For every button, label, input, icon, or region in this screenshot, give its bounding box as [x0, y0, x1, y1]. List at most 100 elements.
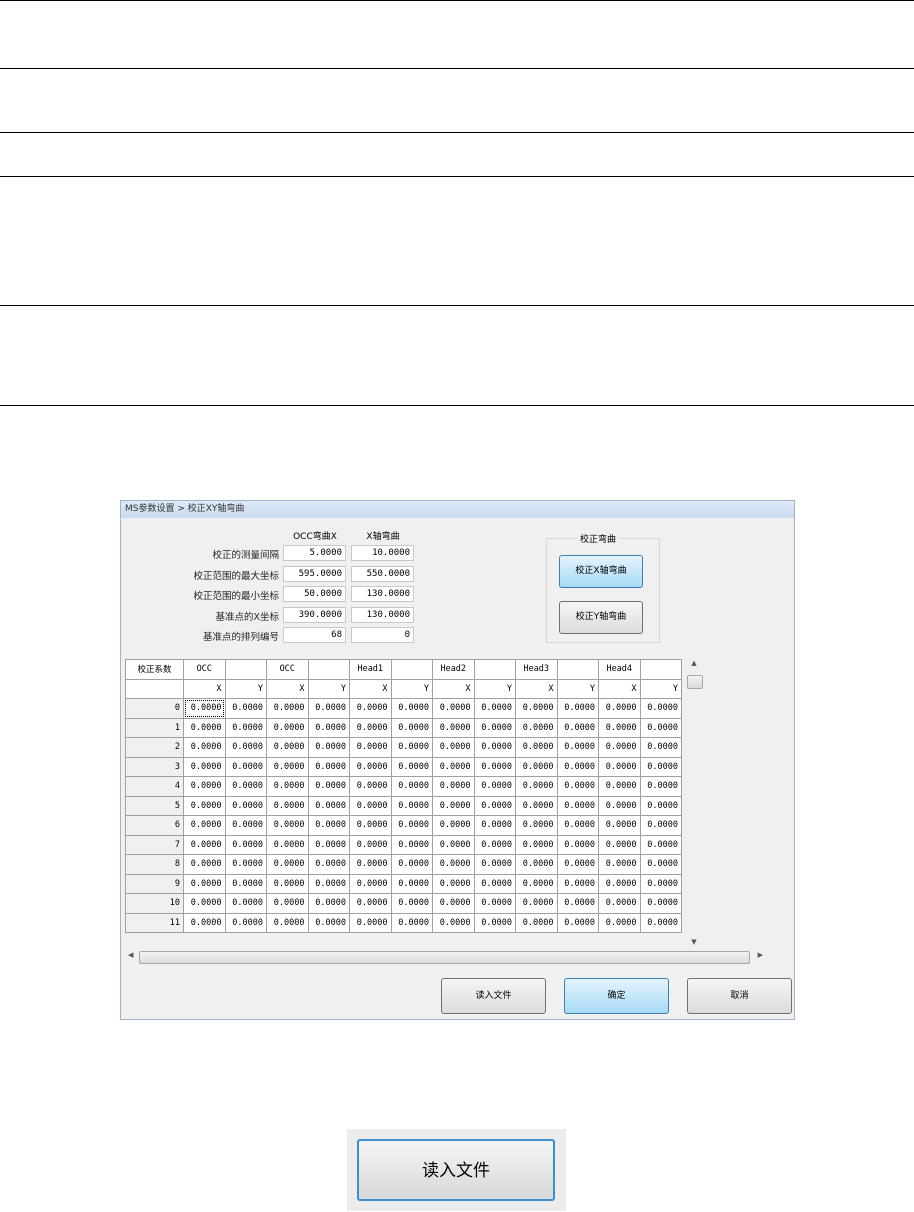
table-cell[interactable]: 0.0000 [349, 737, 392, 758]
occ-value-input[interactable]: 50.0000 [283, 586, 346, 602]
table-cell[interactable]: 0.0000 [556, 698, 599, 719]
table-cell[interactable]: 0.0000 [639, 795, 682, 816]
occ-value-input[interactable]: 68 [283, 627, 346, 643]
table-cell[interactable]: 0.0000 [349, 873, 392, 894]
table-cell[interactable]: 0.0000 [266, 834, 309, 855]
table-cell[interactable]: 0.0000 [307, 815, 350, 836]
table-cell[interactable]: 0.0000 [307, 893, 350, 914]
table-cell[interactable]: 0.0000 [515, 756, 558, 777]
table-cell[interactable]: 0.0000 [473, 776, 516, 797]
scroll-thumb[interactable] [687, 675, 703, 689]
table-cell[interactable]: 0.0000 [183, 776, 226, 797]
table-cell[interactable]: 0.0000 [266, 873, 309, 894]
table-cell[interactable]: 0.0000 [598, 756, 641, 777]
table-cell[interactable]: 0.0000 [432, 815, 475, 836]
table-cell[interactable]: 0.0000 [515, 717, 558, 738]
table-cell[interactable]: 0.0000 [390, 912, 433, 933]
table-cell[interactable]: 0.0000 [224, 834, 267, 855]
table-cell[interactable]: 0.0000 [556, 912, 599, 933]
occ-value-input[interactable]: 5.0000 [283, 545, 346, 561]
calibrate-x-button[interactable]: 校正X轴弯曲 [559, 555, 643, 588]
table-cell[interactable]: 0.0000 [598, 698, 641, 719]
table-cell[interactable]: 0.0000 [349, 815, 392, 836]
scroll-down-icon[interactable]: ▼ [685, 938, 703, 946]
table-cell[interactable]: 0.0000 [224, 815, 267, 836]
table-cell[interactable]: 0.0000 [556, 815, 599, 836]
x-value-input[interactable]: 10.0000 [351, 545, 414, 561]
table-cell[interactable]: 0.0000 [598, 737, 641, 758]
table-cell[interactable]: 0.0000 [183, 893, 226, 914]
table-cell[interactable]: 0.0000 [556, 737, 599, 758]
table-cell[interactable]: 0.0000 [639, 756, 682, 777]
table-cell[interactable]: 0.0000 [515, 854, 558, 875]
table-cell[interactable]: 0.0000 [224, 698, 267, 719]
table-cell[interactable]: 0.0000 [598, 893, 641, 914]
vertical-scrollbar[interactable]: ▲ ▼ [685, 659, 703, 946]
x-value-input[interactable]: 550.0000 [351, 565, 414, 582]
table-cell[interactable]: 0.0000 [183, 873, 226, 894]
scroll-left-icon[interactable]: ◀ [128, 951, 133, 959]
table-cell[interactable]: 0.0000 [515, 795, 558, 816]
table-cell[interactable]: 0.0000 [639, 815, 682, 836]
table-cell[interactable]: 0.0000 [183, 737, 226, 758]
table-cell[interactable]: 0.0000 [349, 854, 392, 875]
table-cell[interactable]: 0.0000 [473, 795, 516, 816]
table-cell[interactable]: 0.0000 [639, 873, 682, 894]
table-cell[interactable]: 0.0000 [432, 873, 475, 894]
table-cell[interactable]: 0.0000 [349, 912, 392, 933]
zoomed-read-file-button[interactable]: 读入文件 [357, 1139, 555, 1201]
table-cell[interactable]: 0.0000 [473, 717, 516, 738]
table-cell[interactable]: 0.0000 [515, 815, 558, 836]
table-cell[interactable]: 0.0000 [349, 776, 392, 797]
table-cell[interactable]: 0.0000 [473, 698, 516, 719]
table-cell[interactable]: 0.0000 [390, 893, 433, 914]
table-cell[interactable]: 0.0000 [183, 698, 226, 719]
table-cell[interactable]: 0.0000 [556, 834, 599, 855]
table-cell[interactable]: 0.0000 [432, 717, 475, 738]
table-cell[interactable]: 0.0000 [473, 756, 516, 777]
table-cell[interactable]: 0.0000 [390, 717, 433, 738]
table-cell[interactable]: 0.0000 [349, 893, 392, 914]
table-cell[interactable]: 0.0000 [224, 873, 267, 894]
table-cell[interactable]: 0.0000 [390, 776, 433, 797]
table-cell[interactable]: 0.0000 [556, 854, 599, 875]
table-cell[interactable]: 0.0000 [515, 912, 558, 933]
table-cell[interactable]: 0.0000 [266, 737, 309, 758]
table-cell[interactable]: 0.0000 [639, 737, 682, 758]
table-cell[interactable]: 0.0000 [473, 912, 516, 933]
table-cell[interactable]: 0.0000 [307, 873, 350, 894]
table-cell[interactable]: 0.0000 [473, 815, 516, 836]
table-cell[interactable]: 0.0000 [224, 893, 267, 914]
x-value-input[interactable]: 130.0000 [351, 586, 414, 602]
table-cell[interactable]: 0.0000 [390, 834, 433, 855]
table-cell[interactable]: 0.0000 [183, 815, 226, 836]
table-cell[interactable]: 0.0000 [266, 912, 309, 933]
table-cell[interactable]: 0.0000 [266, 815, 309, 836]
table-cell[interactable]: 0.0000 [307, 834, 350, 855]
table-cell[interactable]: 0.0000 [266, 698, 309, 719]
scroll-right-icon[interactable]: ▶ [758, 951, 763, 959]
table-cell[interactable]: 0.0000 [556, 717, 599, 738]
table-cell[interactable]: 0.0000 [307, 912, 350, 933]
table-cell[interactable]: 0.0000 [515, 834, 558, 855]
table-cell[interactable]: 0.0000 [183, 756, 226, 777]
table-cell[interactable]: 0.0000 [598, 795, 641, 816]
table-cell[interactable]: 0.0000 [224, 776, 267, 797]
calibrate-y-button[interactable]: 校正Y轴弯曲 [559, 601, 643, 634]
table-cell[interactable]: 0.0000 [598, 873, 641, 894]
table-cell[interactable]: 0.0000 [432, 698, 475, 719]
table-cell[interactable]: 0.0000 [473, 854, 516, 875]
table-cell[interactable]: 0.0000 [224, 854, 267, 875]
table-cell[interactable]: 0.0000 [266, 893, 309, 914]
table-cell[interactable]: 0.0000 [349, 717, 392, 738]
table-cell[interactable]: 0.0000 [598, 776, 641, 797]
table-cell[interactable]: 0.0000 [639, 717, 682, 738]
table-cell[interactable]: 0.0000 [639, 776, 682, 797]
table-cell[interactable]: 0.0000 [390, 815, 433, 836]
table-cell[interactable]: 0.0000 [515, 873, 558, 894]
table-cell[interactable]: 0.0000 [183, 834, 226, 855]
table-cell[interactable]: 0.0000 [349, 756, 392, 777]
table-cell[interactable]: 0.0000 [473, 893, 516, 914]
table-cell[interactable]: 0.0000 [598, 815, 641, 836]
table-cell[interactable]: 0.0000 [639, 834, 682, 855]
